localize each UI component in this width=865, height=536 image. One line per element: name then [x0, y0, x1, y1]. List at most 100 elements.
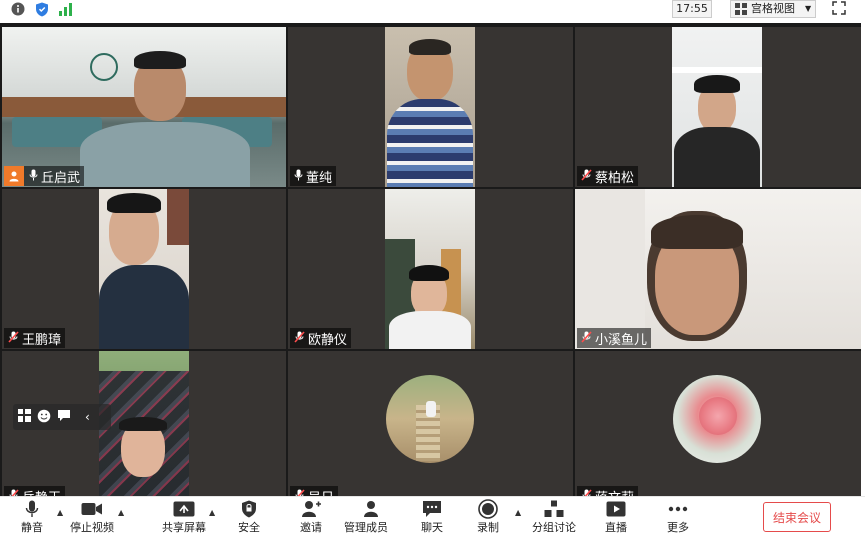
emoji-icon[interactable]	[37, 409, 51, 426]
participant-video	[2, 27, 286, 187]
participant-video	[672, 27, 762, 187]
participant-name-tag: 蒋文莉	[577, 486, 639, 497]
top-bar: 17:55 宫格视图 ▼	[0, 0, 865, 20]
participant-video	[99, 189, 189, 349]
participant-name-tag: 王鹏璋	[4, 328, 66, 348]
mute-options-caret[interactable]: ▲	[57, 508, 63, 517]
security-button[interactable]: 安全	[236, 499, 262, 535]
info-icon[interactable]	[10, 1, 26, 17]
chat-label: 聊天	[421, 521, 443, 534]
view-mode-dropdown[interactable]: 宫格视图 ▼	[730, 0, 816, 18]
share-options-caret[interactable]: ▲	[209, 508, 215, 517]
record-options-caret[interactable]: ▲	[515, 508, 521, 517]
live-button[interactable]: 直播	[604, 499, 628, 535]
participant-name: 董纯	[306, 170, 333, 186]
mic-icon	[294, 169, 303, 184]
security-label: 安全	[238, 521, 260, 534]
participant-name-tag: 蔡柏松	[577, 166, 639, 186]
record-button[interactable]: 录制	[476, 499, 500, 535]
participant-name-tag: 董纯	[290, 166, 337, 186]
video-tile[interactable]: 吴日	[288, 351, 573, 496]
mic-muted-icon	[294, 488, 305, 496]
video-tile[interactable]: 丘启武	[2, 27, 286, 187]
participant-avatar	[673, 375, 761, 463]
mute-label: 静音	[21, 521, 43, 534]
microphone-icon	[25, 499, 39, 519]
meeting-time: 17:55	[672, 0, 712, 18]
mic-muted-icon	[8, 330, 19, 346]
host-icon	[4, 166, 24, 186]
mic-muted-icon	[8, 488, 19, 496]
breakout-label: 分组讨论	[532, 521, 576, 534]
end-meeting-button[interactable]: 结束会议	[763, 502, 831, 532]
participant-name: 王鹏璋	[22, 332, 62, 348]
participant-name-tag: 欧静仪	[290, 328, 352, 348]
mic-muted-icon	[581, 488, 592, 496]
invite-button[interactable]: 邀请	[297, 499, 325, 535]
share-screen-label: 共享屏幕	[162, 521, 206, 534]
participant-name-tag: 吴日	[290, 486, 339, 497]
share-screen-button[interactable]: 共享屏幕	[162, 499, 206, 535]
chat-button[interactable]: 聊天	[420, 499, 444, 535]
chat-icon	[422, 499, 442, 519]
video-tile[interactable]: 小溪鱼儿	[575, 189, 861, 349]
participant-name: 吴日	[308, 487, 334, 497]
participant-name: 小溪鱼儿	[595, 332, 648, 348]
fullscreen-icon[interactable]	[830, 1, 848, 17]
more-label: 更多	[667, 521, 689, 534]
comment-icon[interactable]	[57, 409, 71, 425]
grid-view-icon	[735, 3, 747, 15]
participant-name: 蒋文莉	[595, 487, 634, 497]
stop-video-label: 停止视频	[70, 521, 114, 534]
chevron-down-icon: ▼	[805, 4, 812, 13]
video-tile[interactable]: 欧静仪	[288, 189, 573, 349]
invite-label: 邀请	[300, 521, 322, 534]
meeting-window: 17:55 宫格视图 ▼ 丘启武 董纯 蔡柏松 王鹏璋 欧静仪 小溪鱼儿 ‹ 静…	[0, 0, 865, 536]
meeting-toolbar: 静音 ▲ 停止视频 ▲ 共享屏幕 ▲ 安全 邀请 管理成员 聊天 录制 ▲ 分组…	[0, 496, 865, 536]
invite-user-icon	[301, 499, 321, 519]
record-icon	[478, 499, 498, 519]
video-tile[interactable]: 蒋文莉	[575, 351, 861, 496]
mic-muted-icon	[581, 168, 592, 184]
video-options-caret[interactable]: ▲	[118, 508, 124, 517]
mute-button[interactable]: 静音	[18, 499, 46, 535]
members-icon	[361, 499, 381, 519]
view-mode-label: 宫格视图	[751, 2, 795, 15]
participant-name: 丘启武	[41, 170, 81, 186]
mic-muted-icon	[294, 330, 305, 346]
record-label: 录制	[477, 521, 499, 534]
live-label: 直播	[605, 521, 627, 534]
participant-video	[385, 189, 475, 349]
security-shield-icon	[241, 499, 257, 519]
participant-video	[99, 351, 189, 496]
video-grid: 丘启武 董纯 蔡柏松 王鹏璋 欧静仪 小溪鱼儿	[0, 23, 861, 496]
share-screen-icon	[173, 499, 195, 519]
participant-name: 岳静王	[22, 487, 61, 497]
participant-name: 蔡柏松	[595, 170, 635, 186]
manage-members-button[interactable]: 管理成员(9)	[344, 499, 398, 536]
chevron-left-icon[interactable]: ‹	[85, 410, 90, 424]
manage-members-label: 管理成员(9)	[344, 521, 388, 536]
more-dots-icon	[668, 499, 688, 519]
floating-reaction-bar: ‹	[13, 404, 111, 430]
layout-icon[interactable]	[18, 409, 31, 425]
participant-name-tag: 岳静王	[4, 486, 66, 497]
shield-icon[interactable]	[34, 1, 50, 17]
participant-avatar	[386, 375, 474, 463]
video-tile[interactable]: 董纯	[288, 27, 573, 187]
camera-icon	[81, 499, 103, 519]
video-tile[interactable]: 蔡柏松	[575, 27, 861, 187]
breakout-button[interactable]: 分组讨论	[532, 499, 576, 535]
more-button[interactable]: 更多	[666, 499, 690, 535]
signal-icon[interactable]	[58, 1, 74, 17]
participant-video	[575, 189, 861, 349]
video-tile[interactable]: 王鹏璋	[2, 189, 286, 349]
participant-name-tag: 小溪鱼儿	[577, 328, 652, 348]
stop-video-button[interactable]: 停止视频	[70, 499, 114, 535]
live-stream-icon	[606, 499, 626, 519]
participant-name: 欧静仪	[308, 332, 348, 348]
breakout-rooms-icon	[544, 499, 564, 519]
mic-icon	[29, 169, 38, 184]
participant-name-tag: 丘启武	[4, 166, 85, 186]
mic-muted-icon	[581, 330, 592, 346]
